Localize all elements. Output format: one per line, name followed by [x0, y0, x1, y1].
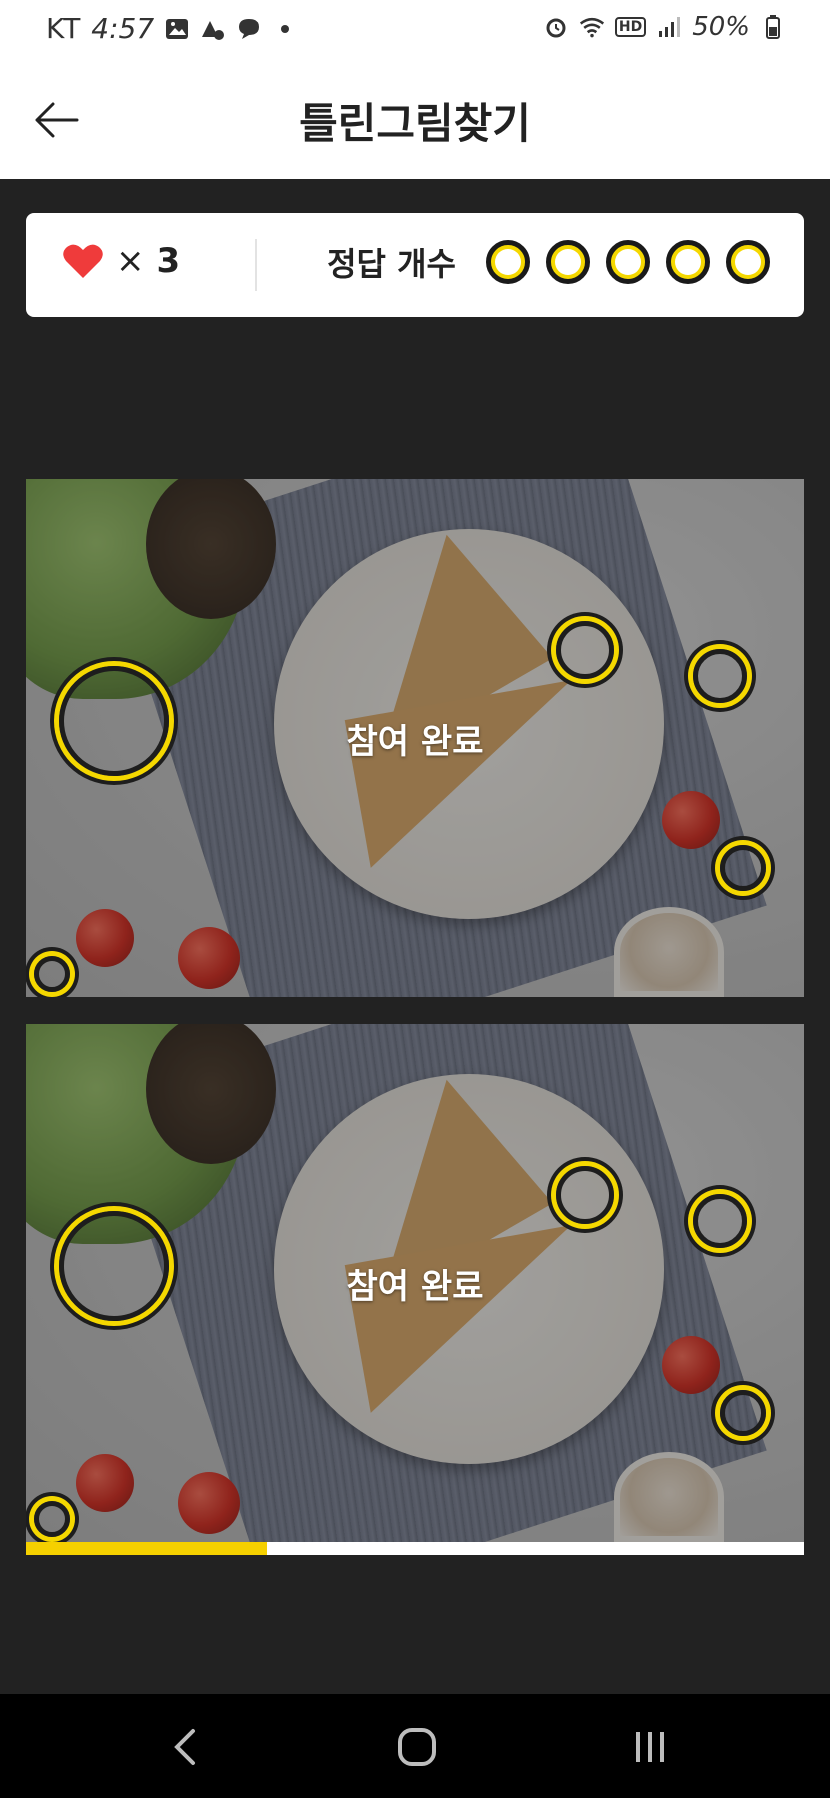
status-right: HD 50%	[543, 12, 786, 42]
chat-icon	[236, 16, 262, 42]
difference-marker	[556, 1166, 614, 1224]
participation-complete-label: 참여 완료	[346, 722, 484, 762]
system-nav-bar	[0, 1694, 830, 1798]
answer-slot	[606, 240, 650, 284]
carrier-label: KT	[46, 12, 82, 45]
dot-indicator-icon	[272, 16, 298, 42]
signal-icon	[656, 14, 682, 40]
lives-indicator: × 3	[62, 241, 180, 281]
answer-slot	[486, 240, 530, 284]
home-icon	[398, 1728, 436, 1766]
lives-multiply: ×	[116, 241, 145, 281]
answer-slot	[666, 240, 710, 284]
alarm-icon	[543, 14, 569, 40]
clock-time: 4:57	[91, 12, 155, 45]
heart-icon	[63, 244, 103, 278]
battery-percent: 50%	[692, 12, 750, 42]
status-bar: KT 4:57 HD 50%	[0, 0, 830, 62]
time-progress-fill	[26, 1542, 268, 1555]
recents-icon	[636, 1732, 664, 1762]
difference-marker	[556, 621, 614, 679]
answer-slot	[546, 240, 590, 284]
difference-marker	[720, 845, 766, 891]
original-image-panel[interactable]: 참여 완료	[26, 479, 804, 997]
difference-marker	[693, 649, 747, 703]
answers-indicator: 정답 개수	[327, 239, 770, 285]
status-left: KT 4:57	[46, 12, 298, 45]
battery-icon	[760, 14, 786, 40]
hd-badge: HD	[614, 17, 647, 37]
difference-marker	[693, 1194, 747, 1248]
app-header: 틀린그림찾기	[0, 62, 830, 179]
difference-marker	[34, 956, 70, 992]
time-progress-bar	[26, 1542, 804, 1555]
modified-image-panel[interactable]: 참여 완료	[26, 1024, 804, 1542]
card-divider	[255, 239, 257, 291]
lives-count: 3	[156, 241, 181, 281]
answers-label: 정답 개수	[327, 245, 456, 283]
gallery-icon	[164, 16, 190, 42]
chevron-left-icon	[174, 1729, 195, 1765]
nav-home-button[interactable]	[387, 1724, 447, 1770]
answer-slot	[726, 240, 770, 284]
page-title: 틀린그림찾기	[299, 99, 531, 148]
nav-recents-button[interactable]	[620, 1724, 680, 1770]
nav-back-button[interactable]	[155, 1724, 215, 1770]
wifi-icon	[579, 14, 605, 40]
app-notification-icon	[200, 16, 226, 42]
participation-complete-label: 참여 완료	[346, 1267, 484, 1307]
difference-marker	[34, 1501, 70, 1537]
score-card: × 3 정답 개수	[26, 213, 804, 317]
difference-marker	[720, 1390, 766, 1436]
